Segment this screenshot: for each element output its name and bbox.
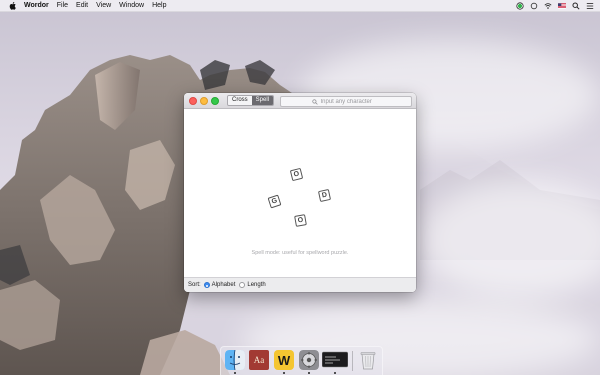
letter-tile[interactable]: G: [267, 194, 282, 209]
dock: Aa W: [220, 346, 383, 375]
letter-tile[interactable]: O: [289, 167, 304, 182]
search-field[interactable]: [280, 96, 412, 107]
system-preferences-icon[interactable]: [299, 350, 319, 370]
wordor-icon[interactable]: W: [274, 350, 294, 370]
apple-logo-icon[interactable]: [9, 1, 16, 10]
us-flag-icon[interactable]: [558, 2, 566, 10]
search-icon: [311, 98, 318, 105]
menu-help[interactable]: Help: [152, 0, 166, 11]
search-input[interactable]: [320, 98, 381, 105]
zoom-window-button[interactable]: [211, 96, 219, 105]
menu-bar: Wordor File Edit View Window Help: [0, 0, 600, 12]
console-icon[interactable]: [322, 350, 348, 370]
sort-label: Sort:: [188, 282, 201, 288]
tab-spell[interactable]: Spell: [251, 96, 274, 105]
letter-tile[interactable]: D: [317, 188, 332, 203]
spell-area: O D O G Spell mode: useful for spellword…: [184, 109, 416, 279]
desktop: Wordor File Edit View Window Help Cross …: [0, 0, 600, 375]
status-green-circle-icon[interactable]: [516, 1, 524, 10]
menu-edit[interactable]: Edit: [76, 0, 88, 11]
minimize-window-button[interactable]: [200, 96, 208, 105]
dictionary-icon[interactable]: Aa: [249, 350, 269, 370]
mode-hint-text: Spell mode: useful for spellword puzzle.: [251, 250, 349, 256]
running-indicator: [283, 372, 285, 374]
status-area: [516, 0, 594, 11]
menu-file[interactable]: File: [57, 0, 68, 11]
close-window-button[interactable]: [189, 96, 197, 105]
window-titlebar[interactable]: Cross Spell: [184, 93, 416, 109]
wordor-window: Cross Spell O D O G Spell mode: useful f…: [184, 93, 416, 292]
menu-view[interactable]: View: [96, 0, 111, 11]
running-indicator: [334, 372, 336, 374]
tab-cross[interactable]: Cross: [228, 96, 252, 105]
sort-length-label[interactable]: Length: [247, 282, 265, 288]
sort-footer: Sort: Alphabet Length: [184, 277, 416, 292]
running-indicator: [308, 372, 310, 374]
menu-app-name[interactable]: Wordor: [24, 0, 49, 11]
mode-segmented-control: Cross Spell: [227, 95, 275, 106]
dock-separator: [352, 351, 353, 371]
trash-icon[interactable]: [358, 350, 378, 370]
sort-alphabet-label[interactable]: Alphabet: [212, 282, 236, 288]
sort-length-radio[interactable]: [239, 282, 246, 288]
menu-window[interactable]: Window: [119, 0, 144, 11]
letter-tile[interactable]: O: [294, 214, 307, 227]
spotlight-search-icon[interactable]: [572, 1, 580, 10]
wifi-icon[interactable]: [544, 2, 552, 10]
notification-center-icon[interactable]: [586, 2, 594, 10]
running-indicator: [234, 372, 236, 374]
status-circle-icon[interactable]: [530, 2, 538, 10]
finder-icon[interactable]: [225, 350, 245, 370]
sort-alphabet-radio[interactable]: [203, 282, 210, 288]
